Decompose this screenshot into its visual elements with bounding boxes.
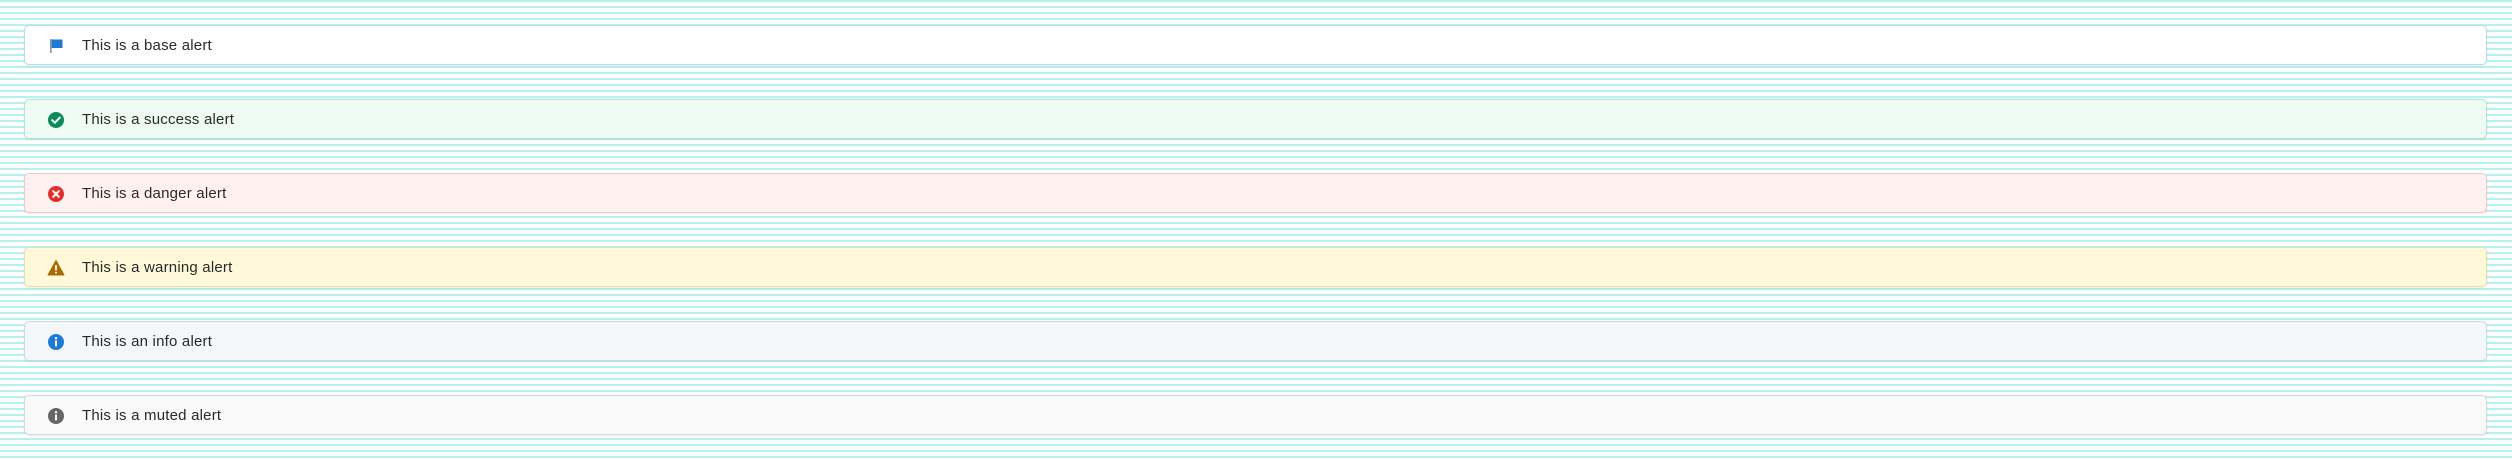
warning-triangle-icon	[47, 259, 65, 277]
muted-alert: This is a muted alert	[24, 395, 2487, 435]
warning-alert-text: This is a warning alert	[82, 259, 233, 276]
muted-alert-text: This is a muted alert	[82, 407, 222, 424]
danger-alert: This is a danger alert	[24, 173, 2487, 213]
success-alert-text: This is a success alert	[82, 111, 235, 128]
alerts-list: This is a base alert This is a success a…	[0, 0, 2512, 460]
info-alert-text: This is an info alert	[82, 333, 213, 350]
info-circle-icon	[47, 333, 65, 351]
danger-alert-text: This is a danger alert	[82, 185, 227, 202]
x-circle-icon	[47, 185, 65, 203]
info-circle-muted-icon	[47, 407, 65, 425]
success-alert: This is a success alert	[24, 99, 2487, 139]
flag-icon	[47, 37, 65, 55]
base-alert: This is a base alert	[24, 25, 2487, 65]
check-circle-icon	[47, 111, 65, 129]
base-alert-text: This is a base alert	[82, 37, 212, 54]
warning-alert: This is a warning alert	[24, 247, 2487, 287]
info-alert: This is an info alert	[24, 321, 2487, 361]
